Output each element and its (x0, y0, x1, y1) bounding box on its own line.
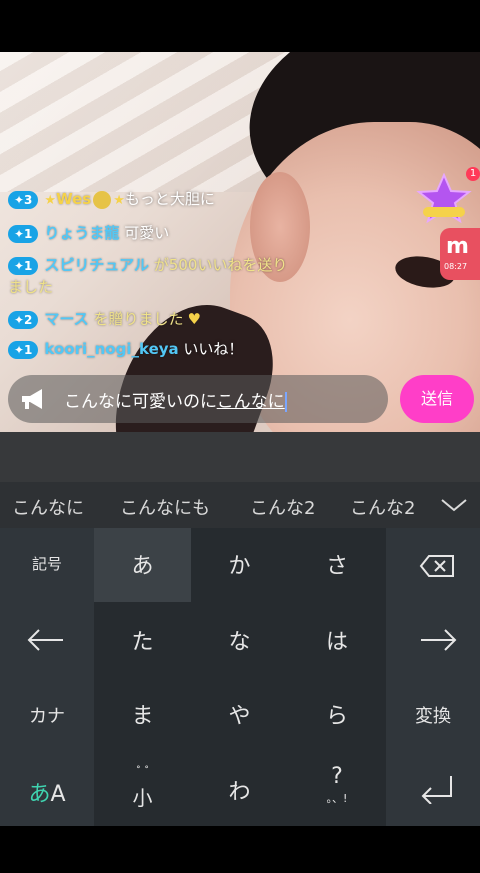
key-punctuation[interactable]: ? (288, 764, 386, 789)
chat-message: ✦1 koori_nogi_keya いいね！ (8, 338, 243, 360)
chat-text-continued: ました (8, 278, 54, 296)
chat-message: ✦1 スピリチュアル が500いいねを送り (8, 254, 287, 276)
chat-username[interactable]: マース (44, 310, 88, 328)
input-composing-text: こんなに (216, 392, 285, 412)
chevron-down-icon[interactable] (440, 497, 468, 513)
keyboard-spacer (0, 432, 480, 482)
user-level-badge: ✦2 (8, 310, 39, 329)
star-icon: ★ (44, 193, 57, 208)
user-level-badge: ✦1 (8, 256, 39, 275)
dakuten-marks: ˚ ˚ (135, 766, 150, 777)
text-caret (284, 392, 287, 412)
suggestion-item[interactable]: こんなに (12, 494, 84, 520)
key-a[interactable]: あ (94, 548, 191, 580)
status-bar (0, 0, 480, 52)
key-kana[interactable]: カナ (0, 702, 94, 728)
star-level-icon[interactable] (415, 173, 473, 225)
arrow-right-icon[interactable] (419, 628, 457, 652)
input-committed-text: こんなに可愛いのに (64, 392, 217, 412)
chat-text: が500いいねを送り (153, 256, 288, 274)
chat-username[interactable]: koori_nogi_keya (44, 340, 178, 358)
arrow-left-icon[interactable] (27, 628, 65, 652)
key-mode-toggle[interactable]: あA (0, 776, 94, 808)
key-symbols[interactable]: 記号 (0, 553, 94, 574)
key-ra[interactable]: ら (288, 698, 386, 730)
key-ya[interactable]: や (191, 698, 288, 730)
star-icon: ★ (113, 193, 125, 208)
user-level-badge: ✦1 (8, 340, 39, 359)
comment-input[interactable]: こんなに可愛いのにこんなに (8, 375, 388, 423)
chat-username[interactable]: りょうま龍 (44, 224, 119, 242)
key-na[interactable]: な (191, 624, 288, 656)
heart-icon: ♥ (187, 310, 201, 328)
key-ma[interactable]: ま (94, 698, 191, 730)
chat-message: ✦1 りょうま龍 可愛い (8, 222, 169, 244)
app-logo-icon: m (446, 234, 469, 259)
chat-username[interactable]: Wes (56, 190, 91, 208)
enter-icon[interactable] (419, 774, 455, 804)
chat-text: を贈りました (93, 310, 184, 328)
suggestion-item[interactable]: こんなにも (120, 494, 210, 520)
chat-username[interactable]: スピリチュアル (44, 256, 149, 274)
navigation-bar (0, 826, 480, 873)
key-ta[interactable]: た (94, 624, 191, 656)
suggestion-bar: こんなに こんなにも こんな2 こんな2 (0, 482, 480, 528)
chat-text: 可愛い (124, 224, 170, 242)
key-punctuation-sub: 。、! (326, 792, 348, 805)
side-stream-thumbnail[interactable]: m 08:27 (440, 228, 480, 280)
chat-text: いいね！ (183, 340, 244, 358)
comment-input-text[interactable]: こんなに可愛いのにこんなに (64, 387, 287, 412)
key-wa[interactable]: わ (191, 774, 288, 806)
megaphone-icon[interactable] (20, 387, 46, 411)
suggestion-item[interactable]: こんな2 (350, 494, 425, 520)
chat-text: もっと大胆に (124, 190, 215, 208)
key-ka[interactable]: か (191, 548, 288, 580)
backspace-icon[interactable] (419, 554, 455, 578)
keyboard: 記号 あ か さ た な は カナ ま や ら 変換 あA ˚ ˚ 小 わ ? … (0, 528, 480, 826)
user-level-badge: ✦1 (8, 224, 39, 243)
key-small[interactable]: 小 (94, 782, 191, 811)
send-button[interactable]: 送信 (400, 375, 474, 423)
key-sa[interactable]: さ (288, 548, 386, 580)
emoji-icon (93, 190, 112, 209)
chat-message: ✦3 ★Wes ★もっと大胆に (8, 188, 215, 212)
key-ha[interactable]: は (288, 624, 386, 656)
chat-message: ✦2 マース を贈りました ♥ (8, 308, 201, 330)
user-level-badge: ✦3 (8, 190, 39, 209)
suggestion-item[interactable]: こんな2 (250, 494, 315, 520)
side-thumb-time: 08:27 (444, 262, 468, 271)
key-henkan[interactable]: 変換 (386, 702, 480, 728)
